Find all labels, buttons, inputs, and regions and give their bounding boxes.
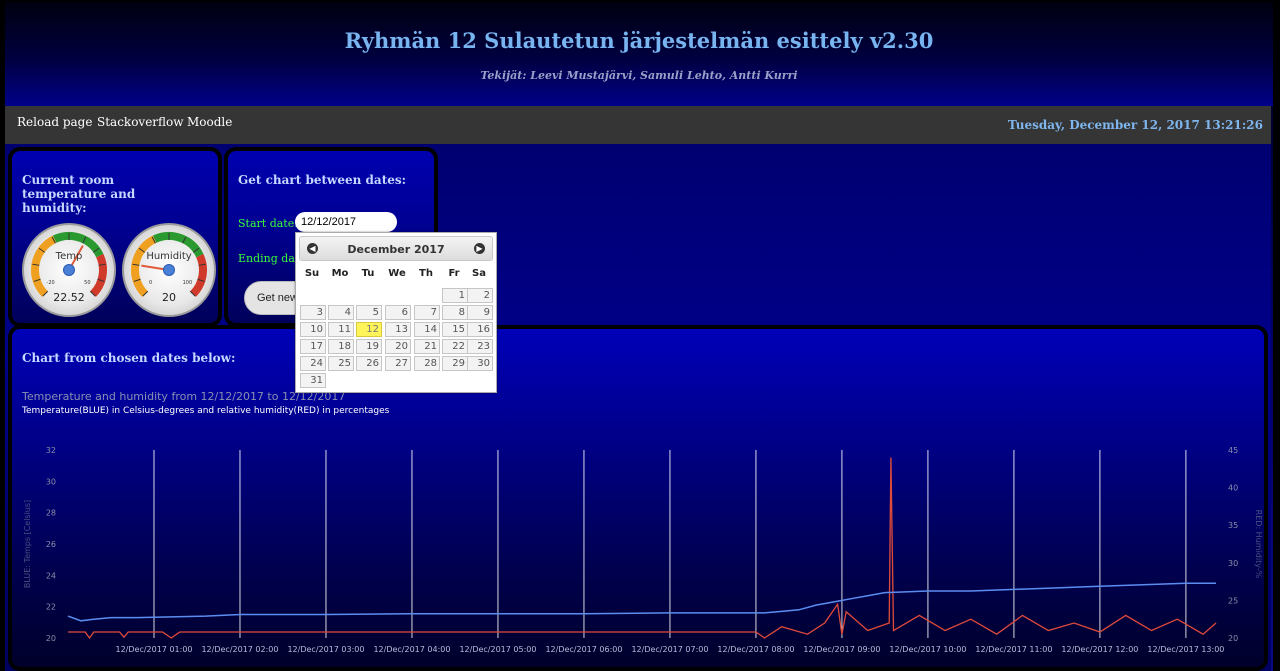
weekday-header: Mo xyxy=(331,268,349,279)
datepicker-popup: ◀ December 2017 ▶ Su Mo Tu We Th Fr Sa 1 2 3 4 5 6 7 8… xyxy=(295,232,497,393)
x-tick-label: 12/Dec/2017 10:00 xyxy=(889,645,966,654)
datepicker-day[interactable]: 23 xyxy=(467,339,493,354)
datepicker-day[interactable]: 17 xyxy=(300,339,326,354)
datepicker-day[interactable]: 9 xyxy=(467,305,493,320)
temperature-humidity-chart: 12/Dec/2017 01:00 12/Dec/2017 02:00 12/Dec… xyxy=(23,446,1263,654)
datepicker-day[interactable]: 16 xyxy=(467,322,493,337)
y-left-tick-label: 30 xyxy=(46,477,56,486)
y-right-tick-label: 35 xyxy=(1228,521,1238,530)
datepicker-day[interactable]: 27 xyxy=(385,356,411,371)
weekday-header: Tu xyxy=(361,268,375,279)
datepicker-day[interactable]: 5 xyxy=(356,305,382,320)
weekday-header: Th xyxy=(419,268,433,279)
datepicker-day[interactable]: 14 xyxy=(414,322,440,337)
x-tick-label: 12/Dec/2017 07:00 xyxy=(631,645,708,654)
y-left-tick-label: 24 xyxy=(46,571,56,580)
datepicker-day[interactable]: 4 xyxy=(328,305,354,320)
datepicker-day[interactable]: 7 xyxy=(414,305,440,320)
datepicker-day[interactable]: 11 xyxy=(328,322,354,337)
datepicker-day[interactable]: 28 xyxy=(414,356,440,371)
x-tick-label: 12/Dec/2017 05:00 xyxy=(459,645,536,654)
x-tick-label: 12/Dec/2017 11:00 xyxy=(975,645,1052,654)
y-right-tick-label: 30 xyxy=(1228,559,1238,568)
weekday-header: Su xyxy=(304,268,320,279)
x-tick-label: 12/Dec/2017 12:00 xyxy=(1061,645,1138,654)
datepicker-day[interactable]: 6 xyxy=(385,305,411,320)
weekday-header: We xyxy=(388,268,406,279)
y-left-tick-label: 22 xyxy=(46,603,56,612)
x-tick-label: 12/Dec/2017 09:00 xyxy=(803,645,880,654)
datepicker-day[interactable]: 10 xyxy=(300,322,326,337)
datepicker-day[interactable]: 2 xyxy=(467,288,493,303)
y-left-tick-label: 26 xyxy=(46,540,56,549)
y-left-axis-label: BLUE: Temps [Celsius] xyxy=(23,500,32,588)
y-right-axis-label: RED: Humidity-% xyxy=(1254,510,1263,579)
next-month-icon[interactable]: ▶ xyxy=(474,243,485,254)
y-left-tick-label: 20 xyxy=(46,634,56,643)
x-tick-label: 12/Dec/2017 06:00 xyxy=(545,645,622,654)
y-right-tick-label: 20 xyxy=(1228,634,1238,643)
datepicker-month-title: December 2017 xyxy=(347,243,445,256)
y-right-tick-label: 25 xyxy=(1228,596,1238,605)
datepicker-day[interactable]: 25 xyxy=(328,356,354,371)
datepicker-day[interactable]: 18 xyxy=(328,339,354,354)
datepicker-day[interactable]: 3 xyxy=(300,305,326,320)
datepicker-day[interactable]: 22 xyxy=(442,339,468,354)
x-tick-label: 12/Dec/2017 08:00 xyxy=(717,645,794,654)
datepicker-day[interactable]: 12 xyxy=(356,322,382,337)
datepicker-day[interactable]: 20 xyxy=(385,339,411,354)
y-right-tick-label: 40 xyxy=(1228,484,1238,493)
weekday-header: Fr xyxy=(448,268,460,279)
datepicker-day[interactable]: 1 xyxy=(442,288,468,303)
y-left-tick-label: 32 xyxy=(46,446,56,455)
y-right-tick-label: 45 xyxy=(1228,446,1238,455)
datepicker-day[interactable]: 21 xyxy=(414,339,440,354)
y-left-tick-label: 28 xyxy=(46,509,56,518)
x-tick-label: 12/Dec/2017 13:00 xyxy=(1147,645,1224,654)
x-tick-label: 12/Dec/2017 03:00 xyxy=(287,645,364,654)
datepicker-day[interactable]: 31 xyxy=(300,373,326,388)
datepicker-day[interactable]: 13 xyxy=(385,322,411,337)
datepicker-day[interactable]: 29 xyxy=(442,356,468,371)
x-tick-label: 12/Dec/2017 04:00 xyxy=(373,645,450,654)
x-tick-label: 12/Dec/2017 01:00 xyxy=(115,645,192,654)
datepicker-day[interactable]: 30 xyxy=(467,356,493,371)
datepicker-day[interactable]: 19 xyxy=(356,339,382,354)
datepicker-day[interactable]: 26 xyxy=(356,356,382,371)
datepicker-day[interactable]: 8 xyxy=(442,305,468,320)
weekday-header: Sa xyxy=(472,268,486,279)
datepicker-day[interactable]: 15 xyxy=(442,322,468,337)
datepicker-day[interactable]: 24 xyxy=(300,356,326,371)
datepicker-header: ◀ December 2017 ▶ xyxy=(299,236,493,261)
x-tick-label: 12/Dec/2017 02:00 xyxy=(201,645,278,654)
